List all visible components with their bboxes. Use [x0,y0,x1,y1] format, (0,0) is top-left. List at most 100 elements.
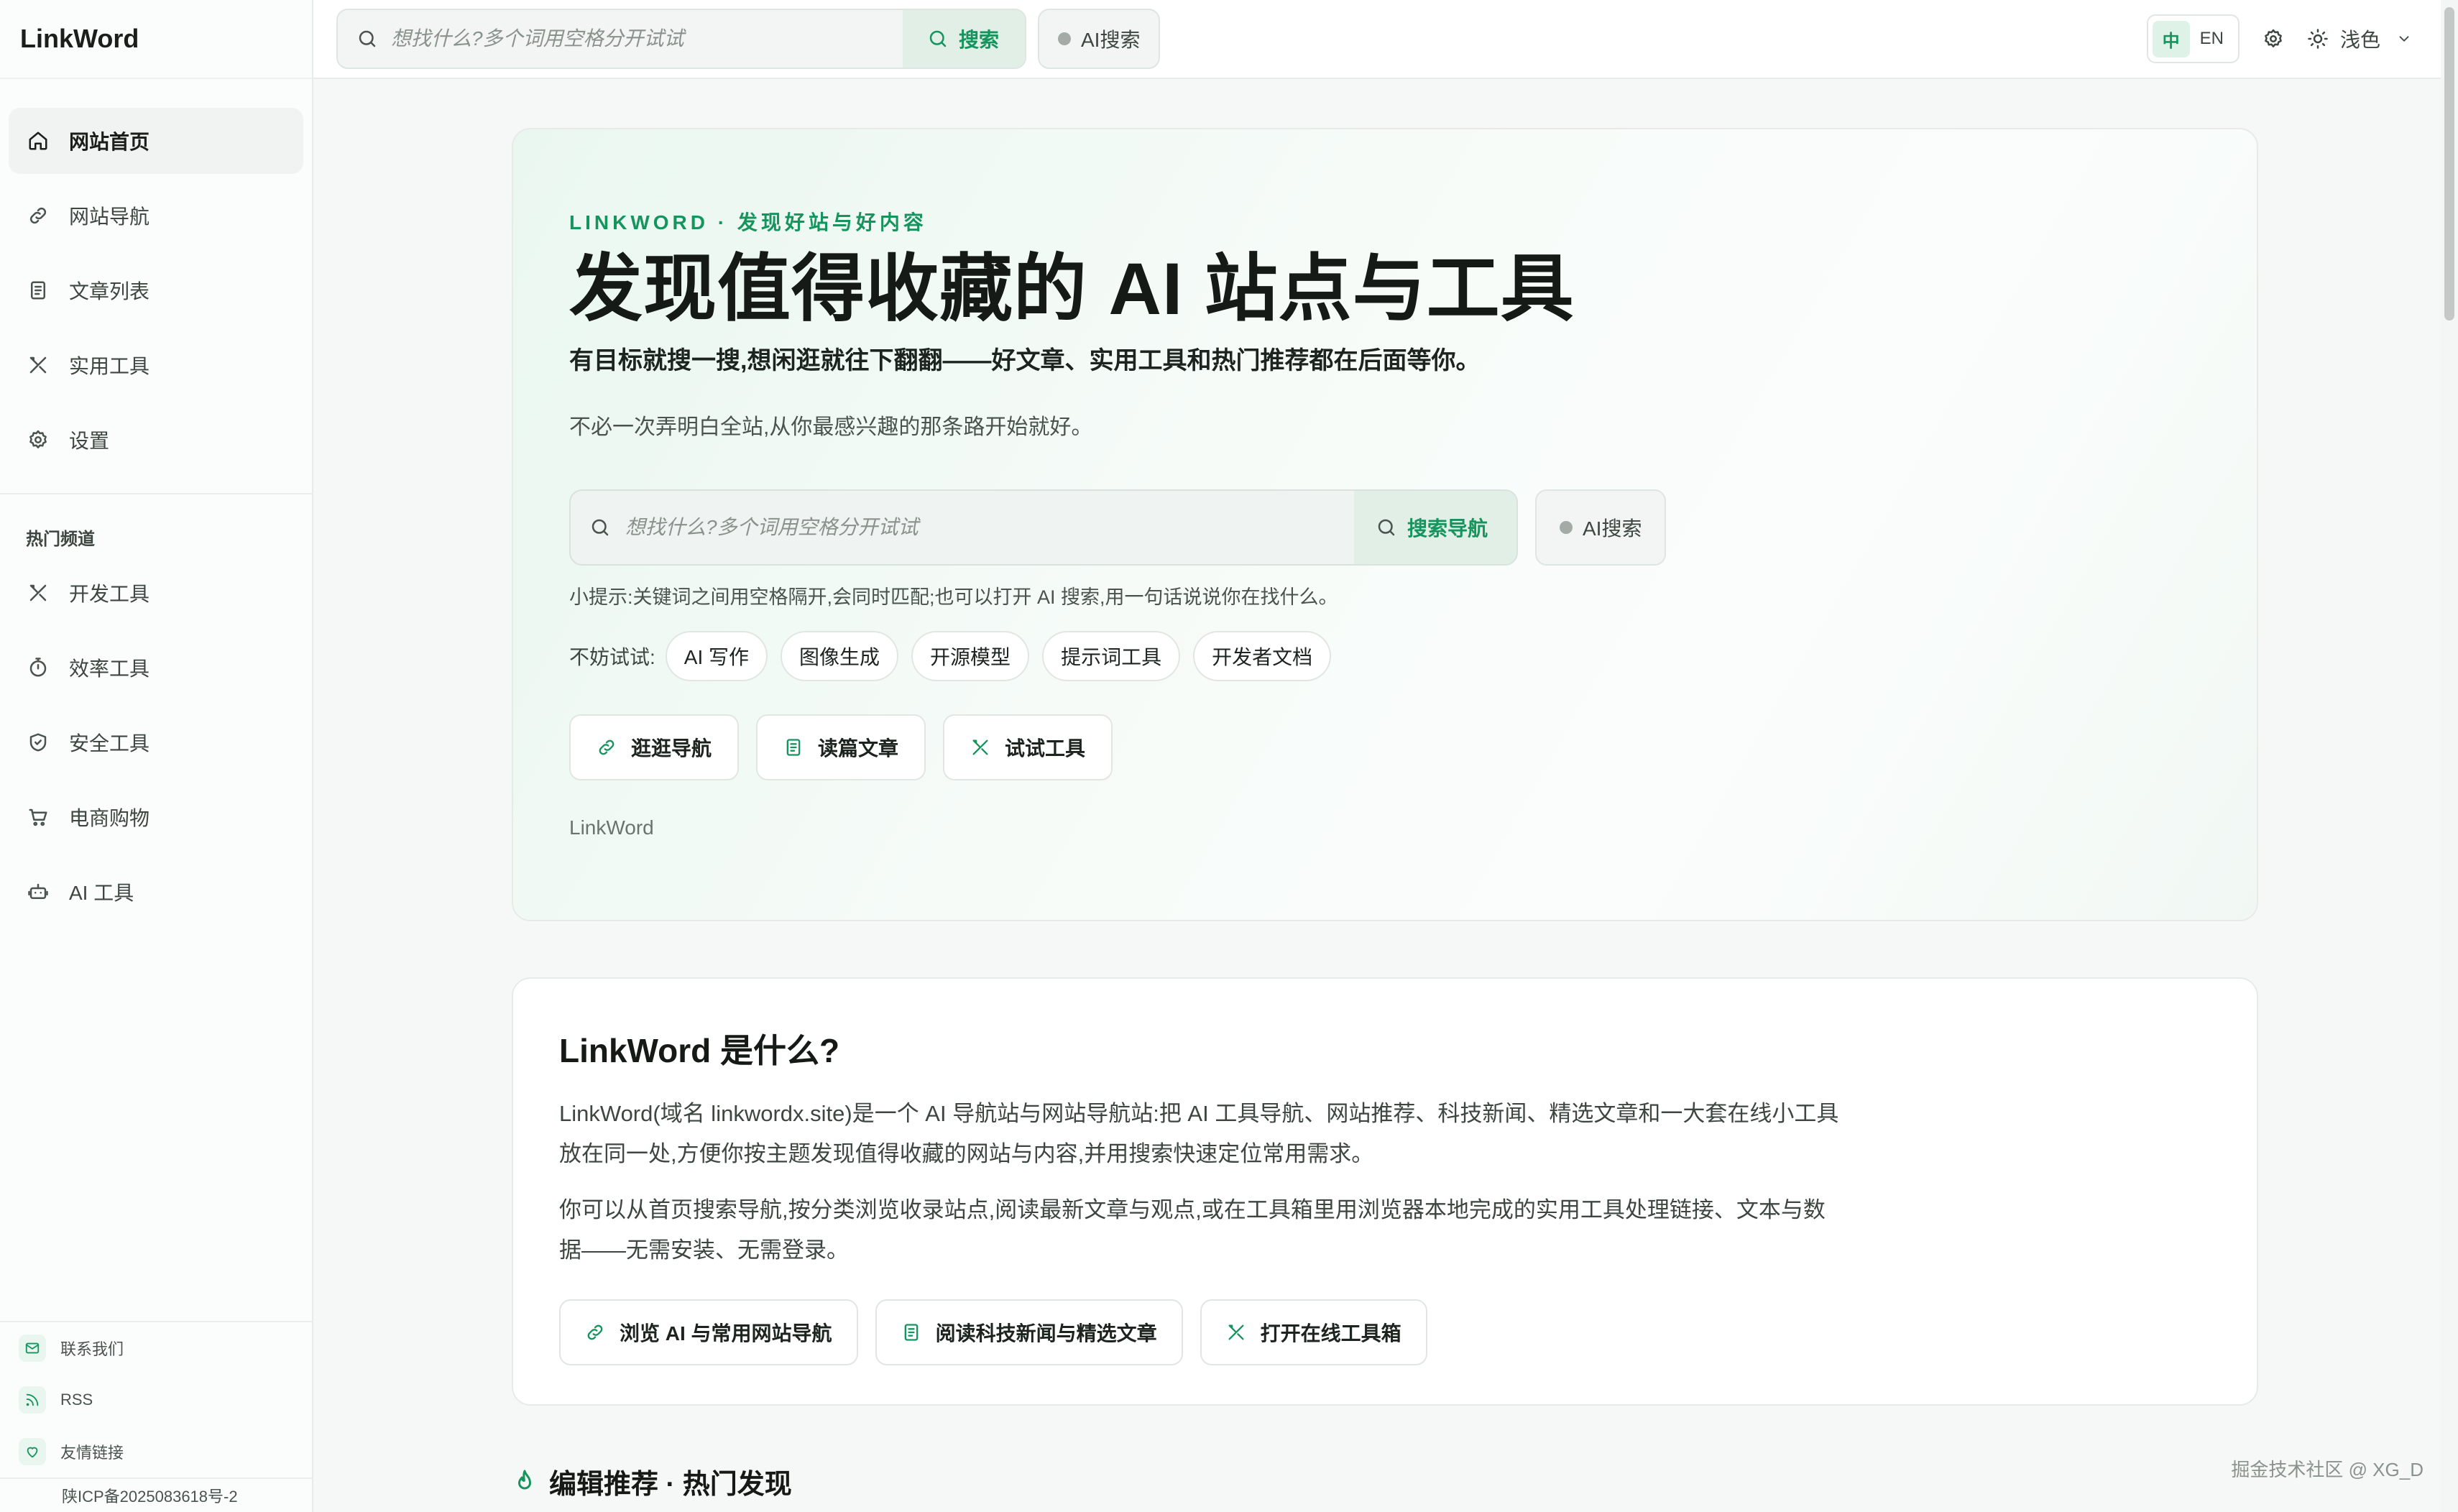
tools-icon [27,582,49,604]
document-icon [783,737,804,757]
brand-logo[interactable]: LinkWord [0,0,312,79]
page-scrollbar[interactable] [2441,0,2458,1512]
browse-nav-button[interactable]: 逛逛导航 [569,714,740,780]
sidebar: LinkWord 网站首页 网站导航 文章列表 实用工具 设置 热门频道 开发工… [0,0,313,1512]
suggestion-chip[interactable]: 图像生成 [781,631,899,681]
rss-icon [19,1386,46,1414]
hero-action-row: 逛逛导航 读篇文章 试试工具 [569,714,2257,780]
nav-item-settings[interactable]: 设置 [9,407,303,473]
hero-ai-search-label: AI搜索 [1583,517,1642,540]
language-switch: 中 EN [2146,14,2240,63]
action-label: 打开在线工具箱 [1260,1322,1401,1345]
document-icon [901,1322,921,1342]
top-search-button[interactable]: 搜索 [903,10,1025,68]
hot-item-security[interactable]: 安全工具 [9,709,303,775]
hero-footer-text: LinkWord [569,816,654,839]
chevron-down-icon [2396,31,2412,47]
search-tip: 小提示:关键词之间用空格隔开,会同时匹配;也可以打开 AI 搜索,用一句话说说你… [569,586,1338,608]
topbar-right: 中 EN 浅色 [2146,14,2412,63]
action-label: 试试工具 [1005,737,1086,760]
read-article-button[interactable]: 读篇文章 [756,714,926,780]
action-label: 浏览 AI 与常用网站导航 [620,1322,832,1345]
footer-rss-label: RSS [60,1391,93,1409]
about-card: LinkWord 是什么? LinkWord(域名 linkwordx.site… [512,977,2258,1406]
gear-icon[interactable] [2263,28,2284,50]
footer-friends-label: 友情链接 [60,1444,124,1462]
document-icon [27,280,49,301]
suggestion-chip[interactable]: 提示词工具 [1042,631,1181,681]
heart-icon [19,1438,46,1465]
hot-item-shopping[interactable]: 电商购物 [9,784,303,850]
nav-item-tools[interactable]: 实用工具 [9,332,303,398]
footer-contact[interactable]: 联系我们 [0,1322,312,1374]
icp-link[interactable]: 陕ICP备2025083618号-2 [0,1478,312,1512]
about-paragraph: LinkWord(域名 linkwordx.site)是一个 AI 导航站与网站… [559,1101,1839,1166]
hero-search-button-label: 搜索导航 [1407,517,1488,540]
main-nav: 网站首页 网站导航 文章列表 实用工具 设置 [0,79,312,473]
lang-zh-button[interactable]: 中 [2152,20,2190,57]
top-search-input[interactable] [391,27,903,50]
footer-friends[interactable]: 友情链接 [0,1426,312,1478]
top-ai-search-toggle[interactable]: AI搜索 [1038,9,1161,69]
search-icon [1376,517,1397,538]
tools-icon [970,737,990,757]
toggle-dot-icon [1560,521,1573,534]
try-tools-button[interactable]: 试试工具 [943,714,1113,780]
hot-item-efficiency[interactable]: 效率工具 [9,635,303,701]
suggestion-chip[interactable]: 开源模型 [911,631,1030,681]
nav-item-label: 网站导航 [69,206,150,228]
nav-item-home[interactable]: 网站首页 [9,108,303,174]
top-search-box: 搜索 [336,9,1026,69]
footer-contact-label: 联系我们 [60,1340,124,1358]
hero-search-button[interactable]: 搜索导航 [1354,491,1516,564]
hero-eyebrow: LINKWORD · 发现好站与好内容 [569,211,927,234]
nav-item-articles[interactable]: 文章列表 [9,257,303,323]
suggestion-chip[interactable]: 开发者文档 [1193,631,1332,681]
shield-icon [27,732,49,753]
hot-item-label: 开发工具 [69,583,150,605]
watermark: 掘金技术社区 @ XG_D [2231,1459,2424,1480]
main-content: LINKWORD · 发现好站与好内容 发现值得收藏的 AI 站点与工具 有目标… [313,80,2441,1512]
hot-item-dev-tools[interactable]: 开发工具 [9,560,303,626]
hero-search-input[interactable] [625,516,1354,539]
hero-search-row: 搜索导航 AI搜索 [569,489,2257,566]
read-news-button[interactable]: 阅读科技新闻与精选文章 [875,1299,1183,1365]
cart-icon [27,806,49,828]
sidebar-footer: 联系我们 RSS 友情链接 陕ICP备2025083618号-2 [0,1321,312,1512]
tools-icon [1226,1322,1246,1342]
open-toolbox-button[interactable]: 打开在线工具箱 [1200,1299,1427,1365]
hero-card: LINKWORD · 发现好站与好内容 发现值得收藏的 AI 站点与工具 有目标… [512,128,2258,921]
hero-ai-search-toggle[interactable]: AI搜索 [1535,489,1667,566]
action-label: 读篇文章 [818,737,899,760]
theme-select[interactable]: 浅色 [2307,24,2412,53]
hero-subtitle: 有目标就搜一搜,想闲逛就往下翻翻——好文章、实用工具和热门推荐都在后面等你。 [569,347,1481,374]
footer-rss[interactable]: RSS [0,1374,312,1426]
hot-item-label: 效率工具 [69,658,150,680]
toggle-dot-icon [1058,32,1071,45]
home-icon [27,130,49,152]
hot-nav: 开发工具 效率工具 安全工具 电商购物 AI 工具 [0,560,312,925]
flame-icon [512,1469,538,1495]
hot-section-title: 热门频道 [26,530,95,549]
theme-label: 浅色 [2339,29,2380,51]
hot-item-label: 电商购物 [69,807,150,829]
action-label: 阅读科技新闻与精选文章 [935,1322,1157,1345]
nav-item-label: 设置 [69,430,110,452]
lang-en-button[interactable]: EN [2190,23,2234,55]
top-ai-search-label: AI搜索 [1081,29,1141,51]
link-icon [597,737,617,757]
scrollbar-thumb[interactable] [2444,7,2454,321]
suggestion-label: 不妨试试: [569,646,655,668]
top-search-button-label: 搜索 [959,29,1000,51]
hero-title: 发现值得收藏的 AI 站点与工具 [569,248,1575,330]
nav-item-site-nav[interactable]: 网站导航 [9,183,303,249]
tools-icon [27,354,49,376]
suggestion-row: 不妨试试: AI 写作 图像生成 开源模型 提示词工具 开发者文档 [569,631,2257,681]
hot-item-label: 安全工具 [69,732,150,755]
about-paragraph: 你可以从首页搜索导航,按分类浏览收录站点,阅读最新文章与观点,或在工具箱里用浏览… [559,1197,1826,1263]
browse-ai-nav-button[interactable]: 浏览 AI 与常用网站导航 [559,1299,858,1365]
hot-item-ai-tools[interactable]: AI 工具 [9,859,303,925]
timer-icon [27,657,49,678]
suggestion-chip[interactable]: AI 写作 [665,631,768,681]
search-icon [589,517,611,538]
